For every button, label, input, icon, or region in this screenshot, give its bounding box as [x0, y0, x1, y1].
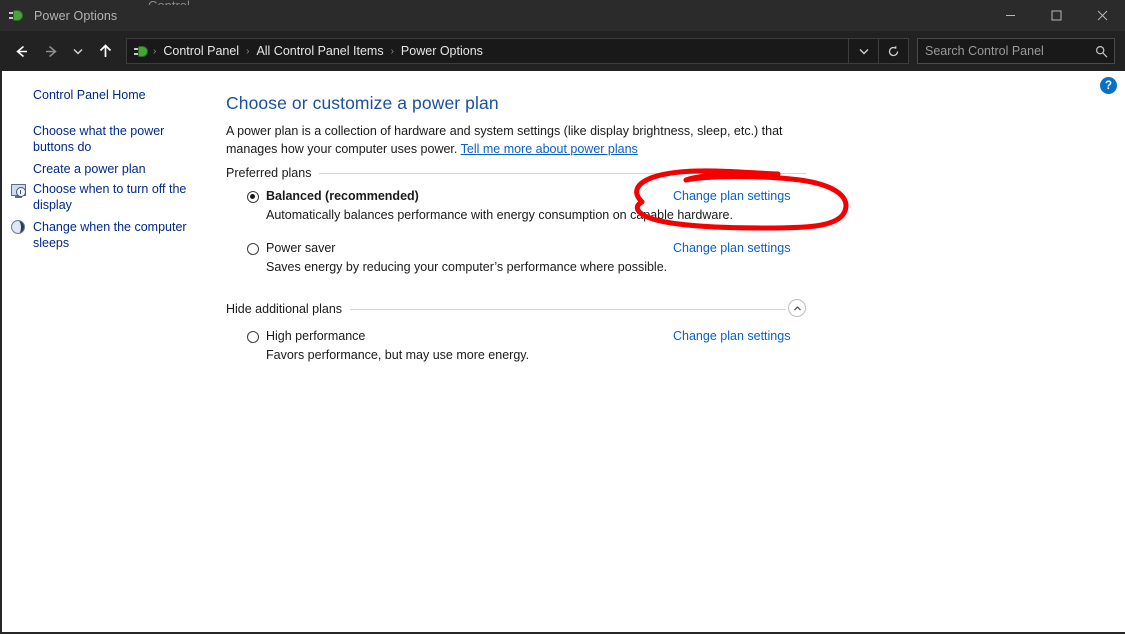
- sidebar-item-create-power-plan[interactable]: Create a power plan: [33, 161, 203, 177]
- search-box[interactable]: [917, 38, 1115, 64]
- chevron-down-icon: [72, 45, 84, 57]
- minimize-icon: [1005, 10, 1016, 21]
- maximize-button[interactable]: [1033, 0, 1079, 31]
- breadcrumb-item-control-panel[interactable]: Control Panel: [157, 44, 245, 58]
- plan-radio-high-performance[interactable]: [247, 331, 259, 343]
- close-button[interactable]: [1079, 0, 1125, 31]
- tell-me-more-link[interactable]: Tell me more about power plans: [461, 142, 638, 156]
- plan-radio-power-saver[interactable]: [247, 243, 259, 255]
- close-icon: [1097, 10, 1108, 21]
- title-bar: Control Power Options: [0, 0, 1125, 31]
- up-button[interactable]: [90, 36, 120, 66]
- help-button[interactable]: ?: [1100, 77, 1117, 94]
- power-plug-icon: [133, 43, 150, 60]
- refresh-icon: [887, 45, 900, 58]
- arrow-up-icon: [97, 43, 114, 60]
- chevron-up-icon[interactable]: [788, 299, 806, 317]
- search-input[interactable]: [918, 43, 1088, 59]
- change-plan-settings-link-power-saver[interactable]: Change plan settings: [673, 241, 790, 255]
- navigation-pane: Control Panel Home Choose what the power…: [2, 71, 223, 632]
- main-pane: ? Choose or customize a power plan A pow…: [223, 71, 1125, 632]
- page-title: Choose or customize a power plan: [226, 93, 499, 114]
- group-label: Hide additional plans: [226, 302, 350, 316]
- group-label: Preferred plans: [226, 166, 319, 180]
- breadcrumb-item-power-options[interactable]: Power Options: [395, 44, 489, 58]
- plan-name-balanced: Balanced (recommended): [266, 189, 419, 203]
- plan-description-high-performance: Favors performance, but may use more ene…: [266, 348, 529, 362]
- display-clock-icon: [11, 183, 27, 199]
- breadcrumb[interactable]: › Control Panel › All Control Panel Item…: [126, 38, 909, 64]
- plan-description-power-saver: Saves energy by reducing your computer’s…: [266, 260, 667, 274]
- group-divider: [350, 309, 786, 310]
- forward-button[interactable]: [36, 36, 66, 66]
- change-plan-settings-link-balanced[interactable]: Change plan settings: [673, 189, 790, 203]
- power-options-window: Control Power Options: [0, 0, 1125, 634]
- address-dropdown-button[interactable]: [848, 39, 878, 63]
- window-controls: [987, 0, 1125, 31]
- sidebar-item-change-when-computer-sleeps[interactable]: Change when the computer sleeps: [33, 219, 198, 251]
- change-plan-settings-link-high-performance[interactable]: Change plan settings: [673, 329, 790, 343]
- plan-name-high-performance: High performance: [266, 329, 365, 343]
- sidebar-item-choose-power-buttons[interactable]: Choose what the power buttons do: [33, 123, 183, 155]
- plan-description-balanced: Automatically balances performance with …: [266, 208, 733, 222]
- group-header-preferred-plans: Preferred plans: [226, 164, 806, 182]
- moon-sleep-icon: [11, 219, 27, 235]
- maximize-icon: [1051, 10, 1062, 21]
- window-title: Power Options: [34, 9, 117, 23]
- sidebar-item-choose-when-to-turn-off-display[interactable]: Choose when to turn off the display: [33, 181, 198, 213]
- refresh-button[interactable]: [878, 39, 908, 63]
- chevron-down-icon: [858, 45, 870, 57]
- back-button[interactable]: [6, 36, 36, 66]
- breadcrumb-item-all-control-panel-items[interactable]: All Control Panel Items: [250, 44, 389, 58]
- plan-name-power-saver: Power saver: [266, 241, 335, 255]
- page-description: A power plan is a collection of hardware…: [226, 122, 816, 158]
- recent-locations-button[interactable]: [66, 36, 90, 66]
- group-header-hide-additional-plans[interactable]: Hide additional plans: [226, 300, 786, 318]
- arrow-left-icon: [13, 43, 30, 60]
- power-plug-icon: [8, 7, 25, 24]
- search-icon[interactable]: [1088, 39, 1114, 63]
- plan-radio-balanced[interactable]: [247, 191, 259, 203]
- arrow-right-icon: [43, 43, 60, 60]
- content-area: Control Panel Home Choose what the power…: [0, 71, 1125, 634]
- sidebar-item-control-panel-home[interactable]: Control Panel Home: [33, 87, 203, 103]
- clipped-overlay-text: Control: [148, 0, 248, 5]
- minimize-button[interactable]: [987, 0, 1033, 31]
- address-bar: › Control Panel › All Control Panel Item…: [0, 31, 1125, 71]
- group-divider: [319, 173, 806, 174]
